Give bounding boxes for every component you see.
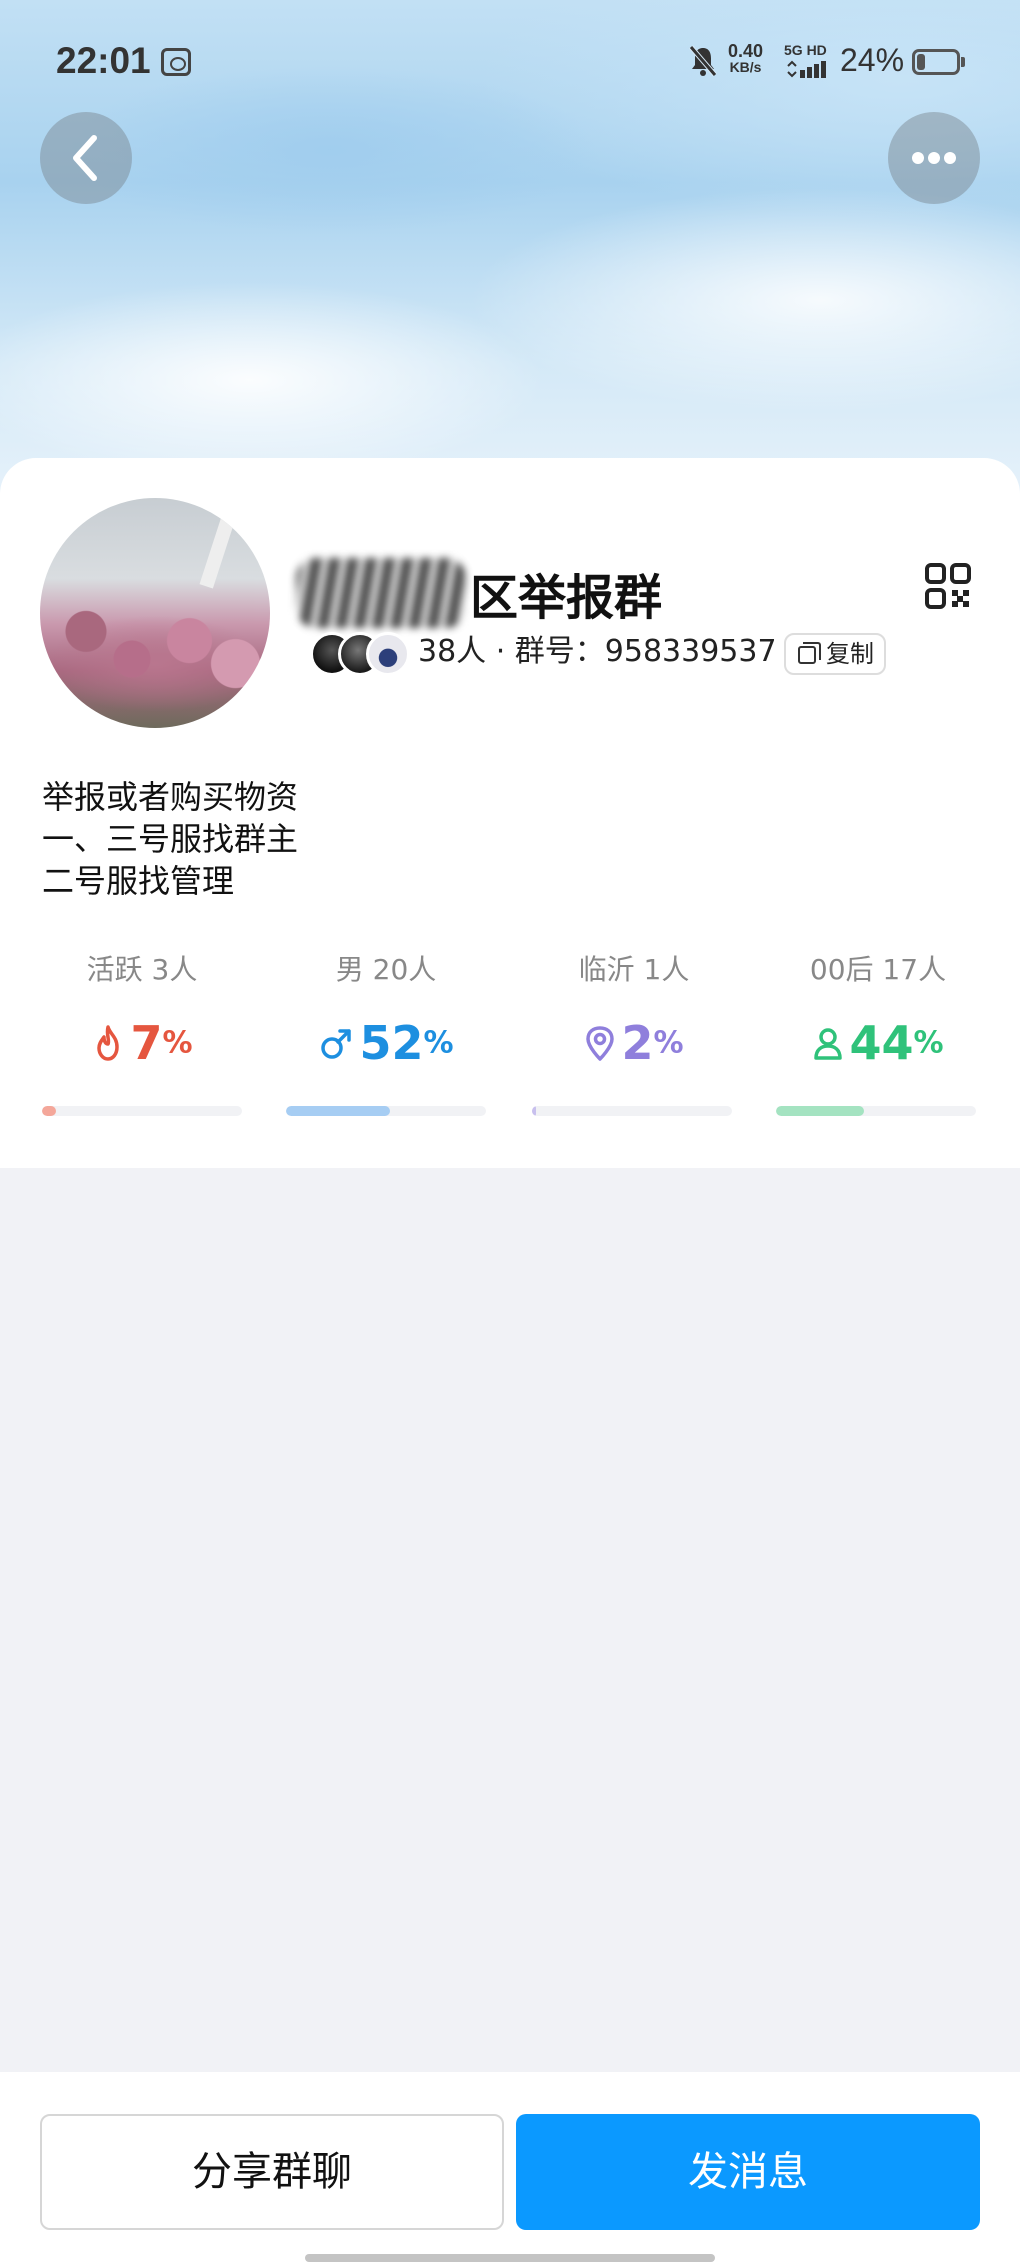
copy-icon xyxy=(798,642,821,664)
description-line: 二号服找管理 xyxy=(42,862,235,900)
redacted-name-part xyxy=(296,558,466,628)
stat-unit: % xyxy=(162,1025,193,1061)
group-name-text: 区举报群 xyxy=(470,570,663,626)
avatar xyxy=(366,632,410,676)
location-pin-icon xyxy=(586,1026,615,1061)
net-speed-unit: KB/s xyxy=(729,59,762,75)
stat-value: 7% xyxy=(42,1016,242,1072)
mute-bell-icon xyxy=(689,45,717,77)
stat-male[interactable]: 男 20人 52% xyxy=(286,948,486,1072)
share-group-button[interactable]: 分享群聊 xyxy=(40,2114,504,2230)
stat-number: 52 xyxy=(359,1016,424,1070)
group-description: 举报或者购买物资 一、三号服找群主 二号服找管理 xyxy=(42,776,298,902)
more-horizontal-icon xyxy=(912,152,956,164)
status-bar: 22:01 0.40 KB/s 5G HD 24% xyxy=(0,0,1020,126)
flame-icon xyxy=(97,1025,120,1061)
stat-label: 活跃 3人 xyxy=(86,953,198,986)
stat-progress-fill xyxy=(42,1106,56,1116)
signal-icon xyxy=(787,60,826,78)
stat-progress-fill xyxy=(286,1106,390,1116)
stat-progress-fill xyxy=(532,1106,536,1116)
stat-label: 临沂 1人 xyxy=(578,953,690,986)
stat-location[interactable]: 临沂 1人 2% xyxy=(534,948,734,1072)
copy-label: 复制 xyxy=(826,640,874,668)
stat-progress-track xyxy=(532,1106,732,1116)
stat-progress-track xyxy=(776,1106,976,1116)
network-type: 5G HD xyxy=(784,42,827,58)
stat-number: 44 xyxy=(849,1016,914,1070)
stat-number: 7 xyxy=(130,1016,163,1070)
member-count-and-group-id: 38人 · 群号：958339537 xyxy=(418,634,777,669)
chevron-left-icon xyxy=(73,135,97,181)
stat-age[interactable]: 00后 17人 44% xyxy=(778,948,978,1072)
copy-group-id-button[interactable]: 复制 xyxy=(784,633,886,675)
description-line: 举报或者购买物资 xyxy=(42,778,299,816)
stat-label: 男 20人 xyxy=(335,953,437,986)
battery-percent: 24% xyxy=(840,42,905,78)
stat-unit: % xyxy=(913,1025,944,1061)
stat-label: 00后 17人 xyxy=(809,953,947,986)
male-icon xyxy=(321,1029,352,1059)
bottom-action-bar: 分享群聊 发消息 xyxy=(0,2072,1020,2267)
stat-value: 44% xyxy=(778,1016,978,1072)
battery-icon xyxy=(912,49,965,75)
qr-code-icon[interactable] xyxy=(924,562,972,610)
stat-progress-fill xyxy=(776,1106,864,1116)
group-avatar[interactable] xyxy=(40,498,270,728)
back-button[interactable] xyxy=(40,112,132,204)
stat-unit: % xyxy=(423,1025,454,1061)
home-indicator[interactable] xyxy=(305,2254,715,2262)
member-avatars[interactable] xyxy=(310,632,418,676)
stat-progress-track xyxy=(42,1106,242,1116)
net-speed-value: 0.40 xyxy=(728,41,764,61)
send-message-button[interactable]: 发消息 xyxy=(516,2114,980,2230)
stat-value: 2% xyxy=(534,1016,734,1072)
avatar-detail xyxy=(199,517,235,589)
person-icon xyxy=(814,1028,843,1060)
stat-progress-track xyxy=(286,1106,486,1116)
description-line: 一、三号服找群主 xyxy=(42,820,299,858)
app-notification-icon xyxy=(161,48,191,76)
stat-value: 52% xyxy=(286,1016,486,1072)
more-button[interactable] xyxy=(888,112,980,204)
stat-unit: % xyxy=(653,1025,684,1061)
group-info-card: 区举报群 38人 · 群号：958339537 复制 举报或者购买物资 一、三号… xyxy=(0,458,1020,1168)
net-speed: 0.40 KB/s xyxy=(728,42,763,74)
status-time: 22:01 xyxy=(56,40,151,81)
group-name: 区举报群 xyxy=(296,558,662,628)
stat-active[interactable]: 活跃 3人 7% xyxy=(42,948,242,1072)
stat-number: 2 xyxy=(621,1016,654,1070)
